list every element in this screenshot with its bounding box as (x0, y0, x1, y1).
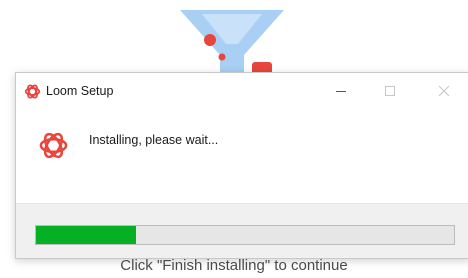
minimize-icon (336, 91, 346, 92)
maximize-button[interactable] (368, 73, 412, 109)
setup-dialog: Loom Setup Installing, please wait... (15, 72, 468, 259)
close-icon (438, 85, 450, 97)
loom-logo-icon (39, 132, 68, 159)
dialog-content: Installing, please wait... (16, 109, 468, 203)
close-button[interactable] (422, 73, 466, 109)
continue-instruction: Click "Finish installing" to continue (120, 257, 348, 274)
window-title: Loom Setup (46, 84, 114, 98)
status-message: Installing, please wait... (89, 133, 219, 147)
maximize-icon (385, 86, 395, 96)
installer-screen: Loom Setup Installing, please wait... Cl… (0, 0, 468, 278)
loom-logo-icon (24, 84, 41, 99)
title-bar[interactable]: Loom Setup (16, 73, 468, 109)
progress-fill (36, 226, 137, 244)
install-progress-bar (35, 225, 455, 245)
minimize-button[interactable] (319, 73, 363, 109)
funnel-illustration (180, 10, 284, 80)
dialog-footer (16, 203, 468, 258)
